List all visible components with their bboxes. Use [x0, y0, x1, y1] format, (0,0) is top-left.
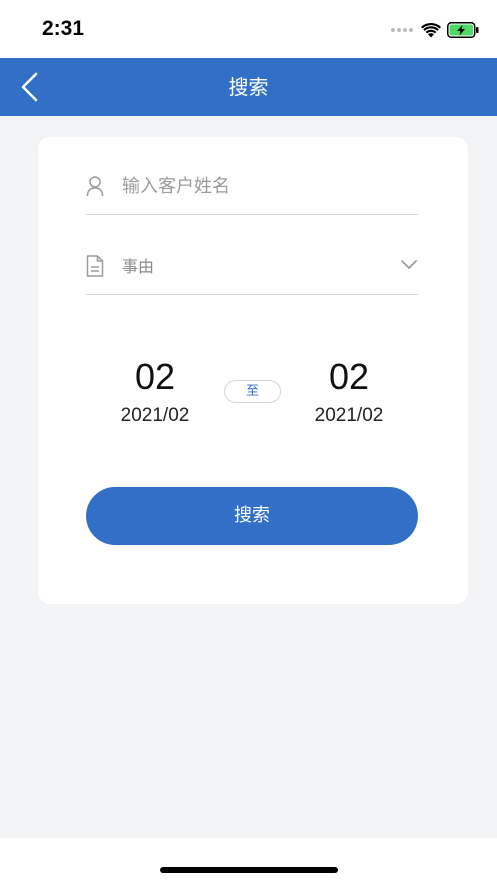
start-date[interactable]: 02 2021/02: [95, 357, 215, 427]
end-date[interactable]: 02 2021/02: [289, 357, 409, 427]
wifi-icon: [421, 22, 441, 37]
status-icons: [391, 20, 479, 40]
start-date-day: 02: [134, 356, 176, 397]
search-button[interactable]: 搜索: [86, 487, 418, 545]
signal-icon: [391, 28, 413, 32]
back-button[interactable]: [10, 67, 50, 107]
document-icon: [86, 255, 104, 277]
home-bar-area: [0, 838, 497, 883]
start-date-year-month: 2021/02: [120, 405, 190, 426]
home-indicator[interactable]: [160, 867, 338, 873]
reason-label: 事由: [122, 257, 155, 276]
end-date-day: 02: [328, 356, 370, 397]
date-range-separator: 至: [224, 380, 281, 403]
status-time: 2:31: [42, 17, 85, 40]
customer-name-field: [86, 161, 418, 215]
chevron-down-icon: [401, 260, 417, 269]
customer-name-input[interactable]: [122, 169, 412, 203]
search-card: 事由 02 2021/02 至 02 2021/02 搜索: [38, 137, 468, 604]
reason-field[interactable]: 事由: [86, 241, 418, 295]
status-bar: 2:31: [0, 0, 497, 58]
end-date-year-month: 2021/02: [314, 405, 384, 426]
page-title: 搜索: [228, 75, 269, 99]
battery-charging-icon: [447, 22, 479, 38]
nav-bar: 搜索: [0, 58, 497, 116]
user-icon: [86, 176, 104, 197]
chevron-left-icon: [21, 72, 38, 102]
